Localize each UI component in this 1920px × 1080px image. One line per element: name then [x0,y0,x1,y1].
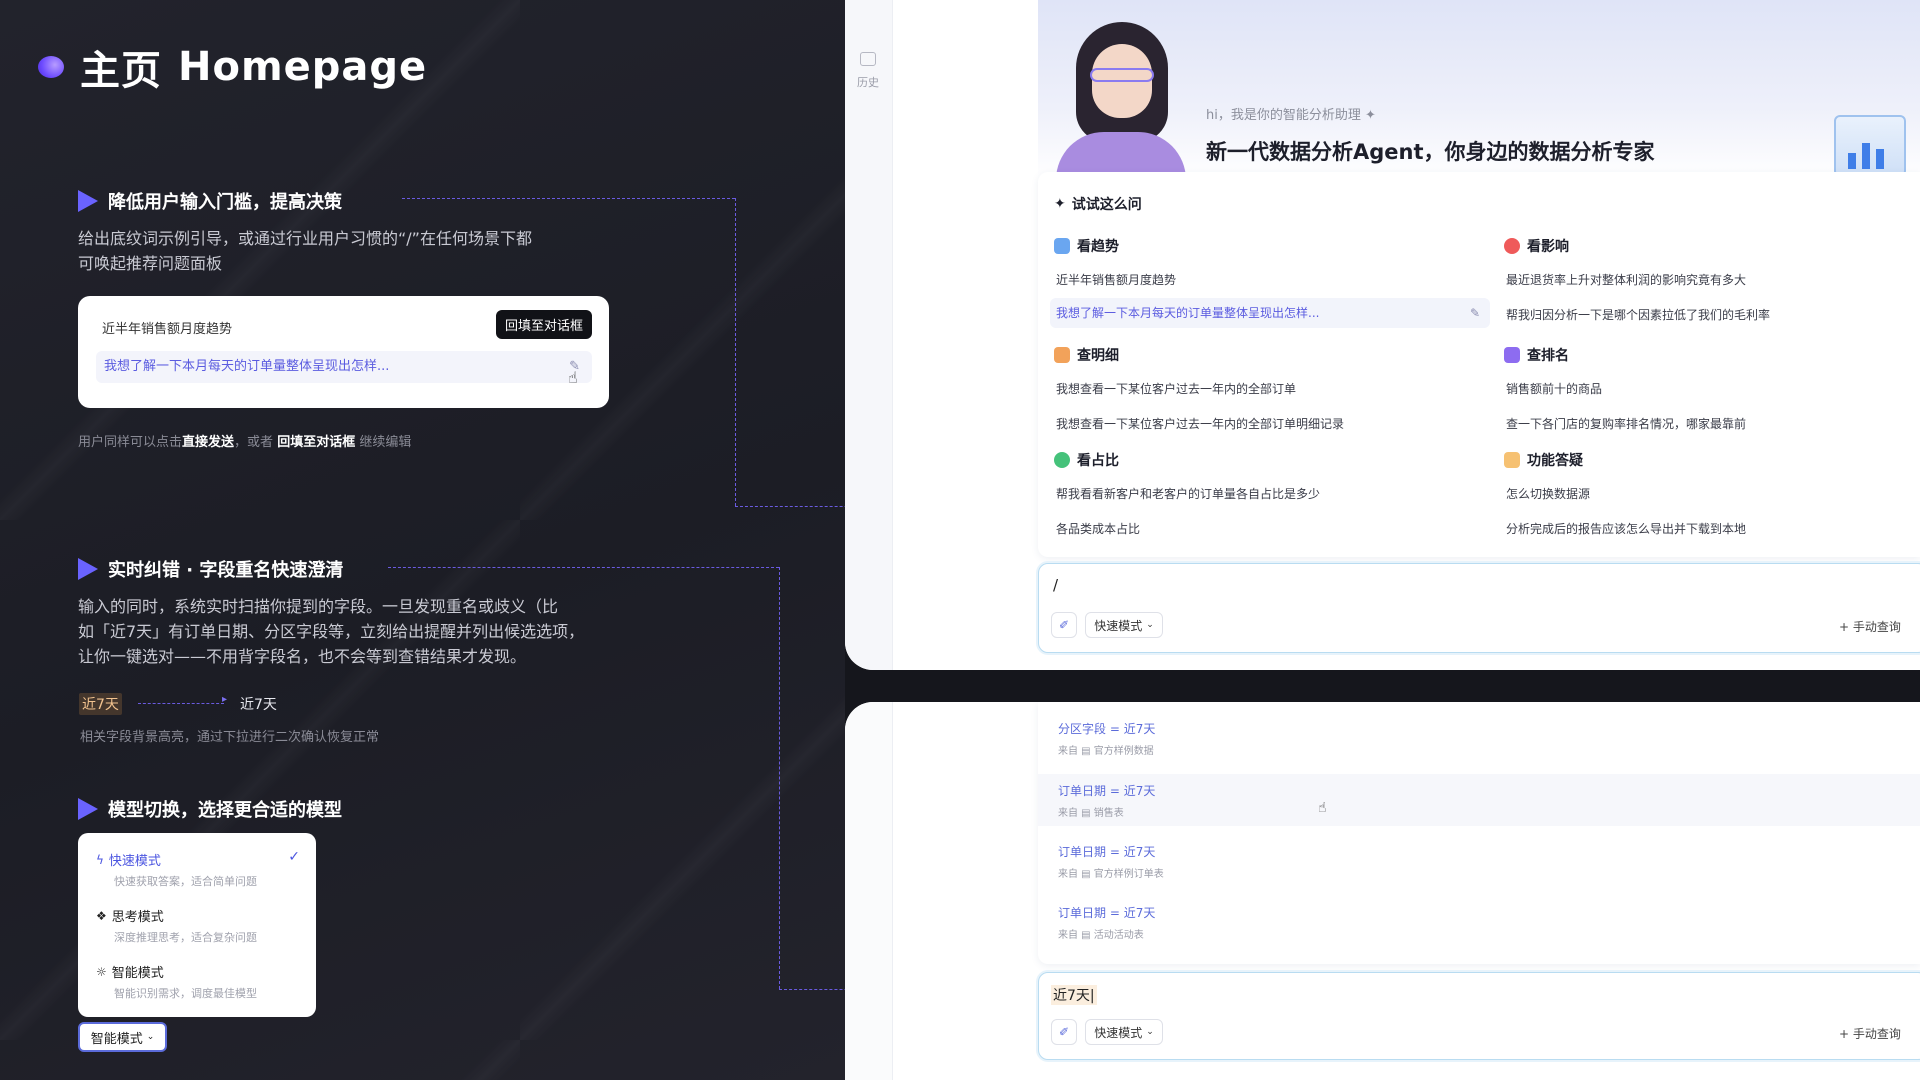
recommend-panel: ✦ 试试这么问 看趋势 近半年销售额月度趋势 我想了解一下本月每天的订单量整体呈现… [1038,172,1920,557]
category-impact: 看影响 [1504,236,1569,256]
cursor-hand-icon: ☝ [1318,800,1327,816]
connector-line [388,567,779,568]
question-item[interactable]: 各品类成本占比 [1056,520,1140,537]
section2-desc: 输入的同时，系统实时扫描你提到的字段。一旦发现重名或歧义（比 如「近7天」有订单… [78,597,585,666]
title-zh: 主页 [80,48,162,94]
screen-field-clarify: 分区字段 = 近7天 来自 ▤ 官方样例数据 订单日期 = 近7天 来自 ▤ 销… [845,702,1920,1080]
candidate-hover-bg [1038,774,1920,826]
connector-line [735,198,736,506]
chevron-down-icon: ⌄ [146,1032,155,1042]
magic-wand-icon[interactable]: ✐ [1051,1019,1077,1045]
mode-option-smart[interactable]: ☼ 智能模式 智能识别需求，调度最佳模型 [96,962,257,1001]
triangle-icon [78,558,98,580]
funnel-icon [1054,347,1070,363]
edit-icon[interactable]: ✎ [1470,298,1480,328]
question-item[interactable]: 近半年销售额月度趋势 [1056,271,1176,288]
target-icon [1504,238,1520,254]
candidate-item-hover[interactable]: 订单日期 = 近7天 来自 ▤ 销售表 [1058,782,1155,819]
section3-title: 模型切换，选择更合适的模型 [108,800,342,821]
chat-input-box[interactable]: 近7天| ✐ 快速模式 ⌄ + 手动查询 [1038,972,1920,1060]
category-rank: 查排名 [1504,345,1569,365]
bar-chart-icon [1504,347,1520,363]
section3-header: 模型切换，选择更合适的模型 [78,796,342,822]
candidate-list: 分区字段 = 近7天 来自 ▤ 官方样例数据 订单日期 = 近7天 来自 ▤ 销… [1038,702,1920,964]
mode-select-button[interactable]: 快速模式 ⌄ [1085,1019,1163,1045]
chevron-down-icon: ⌄ [1146,620,1154,630]
question-item-active[interactable]: 我想了解一下本月每天的订单量整体呈现出怎样... ✎ [1050,298,1490,328]
resolved-field-tag: 近7天 [240,697,277,713]
section2-note: 相关字段背景高亮，通过下拉进行二次确认恢复正常 [80,730,380,745]
candidate-item[interactable]: 订单日期 = 近7天 来自 ▤ 活动活动表 [1058,904,1155,941]
mode-option-fast[interactable]: ϟ 快速模式 快速获取答案，适合简单问题 [96,850,257,889]
title-en: Homepage [178,44,428,90]
question-item[interactable]: 最近退货率上升对整体利润的影响究竟有多大 [1506,271,1746,288]
triangle-icon [78,190,98,212]
section2-title: 实时纠错 · 字段重名快速澄清 [108,560,344,581]
arrow-line [138,703,224,704]
question-item[interactable]: 查一下各门店的复购率排名情况，哪家最靠前 [1506,415,1746,432]
category-faq: 功能答疑 [1504,450,1583,470]
robot-icon: ✦ [1054,196,1066,212]
page-title: 主页 Homepage [38,38,427,96]
mode-menu: ϟ 快速模式 快速获取答案，适合简单问题 ✓ ❖ 思考模式 深度推理思考，适合复杂问… [78,833,316,1017]
screen-recommend-panel: 历史 hi，我是你的智能分析助理 ✦ 新一代数据分析Agent，你身边的数据分析… [845,0,1920,670]
question-item[interactable]: 帮我归因分析一下是哪个因素拉低了我们的毛利率 [1506,306,1770,323]
history-icon[interactable] [860,52,876,66]
bulb-icon: ☼ [96,964,107,979]
robot-icon: ✦ [1365,108,1376,123]
chat-input[interactable]: / [1053,576,1058,594]
triangle-icon [78,798,98,820]
suggest-item-active[interactable]: 我想了解一下本月每天的订单量整体呈现出怎样... ✎ [96,351,592,383]
manual-query-button[interactable]: + 手动查询 [1839,618,1901,635]
bolt-icon: ϟ [96,852,104,867]
connector-line [402,198,735,199]
sidebar [845,702,893,1080]
try-title: ✦ 试试这么问 [1054,196,1142,213]
mode-select-button[interactable]: 智能模式 ⌄ [78,1022,167,1052]
question-item[interactable]: 我想查看一下某位客户过去一年内的全部订单明细记录 [1056,415,1344,432]
question-item[interactable]: 我想查看一下某位客户过去一年内的全部订单 [1056,380,1296,397]
question-item[interactable]: 怎么切换数据源 [1506,485,1590,502]
chevron-down-icon: ⌄ [1146,1027,1154,1037]
section1-title: 降低用户输入门槛，提高决策 [108,192,342,213]
question-item[interactable]: 分析完成后的报告应该怎么导出并下载到本地 [1506,520,1746,537]
section1-note: 用户同样可以点击直接发送，或者 回填至对话框 继续编辑 [78,435,412,450]
magic-wand-icon[interactable]: ✐ [1051,612,1077,638]
section2-header: 实时纠错 · 字段重名快速澄清 [78,556,343,582]
candidate-item[interactable]: 订单日期 = 近7天 来自 ▤ 官方样例订单表 [1058,843,1164,880]
brain-icon: ❖ [96,908,107,923]
question-item[interactable]: 销售额前十的商品 [1506,380,1602,397]
category-ratio: 看占比 [1054,450,1119,470]
chat-input[interactable]: 近7天| [1051,985,1097,1005]
greeting-small: hi，我是你的智能分析助理 ✦ [1206,108,1376,123]
check-icon: ✓ [288,849,300,865]
cursor-hand-icon: ☝ [568,368,578,387]
category-detail: 查明细 [1054,345,1119,365]
sidebar: 历史 [845,0,893,670]
question-item[interactable]: 帮我看看新客户和老客户的订单量各自占比是多少 [1056,485,1320,502]
assistant-avatar [1056,22,1186,180]
hero-banner: hi，我是你的智能分析助理 ✦ 新一代数据分析Agent，你身边的数据分析专家 [1038,0,1920,180]
trend-icon [1054,238,1070,254]
connector-line [779,567,780,989]
category-trend: 看趋势 [1054,236,1119,256]
chart-illustration-icon [1834,115,1906,177]
brand-dot-icon [38,56,64,78]
section1-desc: 给出底纹词示例引导，或通过行业用户习惯的“/”在任何场景下都 可唤起推荐问题面板 [78,229,532,273]
greeting-big: 新一代数据分析Agent，你身边的数据分析专家 [1206,140,1655,164]
suggest-item[interactable]: 近半年销售额月度趋势 [102,318,232,337]
manual-query-button[interactable]: + 手动查询 [1839,1025,1901,1042]
chat-icon [1504,452,1520,468]
ambiguous-field-tag: 近7天 [79,693,122,715]
sidebar-history-label[interactable]: 历史 [857,74,879,90]
section1-header: 降低用户输入门槛，提高决策 [78,188,342,214]
mode-option-think[interactable]: ❖ 思考模式 深度推理思考，适合复杂问题 [96,906,257,945]
chat-input-box[interactable]: / ✐ 快速模式 ⌄ + 手动查询 [1038,563,1920,653]
pie-icon [1054,452,1070,468]
arrow-head-icon: ▸ [222,694,228,705]
candidate-item[interactable]: 分区字段 = 近7天 来自 ▤ 官方样例数据 [1058,720,1155,757]
mode-select-button[interactable]: 快速模式 ⌄ [1085,612,1163,638]
tooltip-backfill: 回填至对话框 [496,310,593,339]
